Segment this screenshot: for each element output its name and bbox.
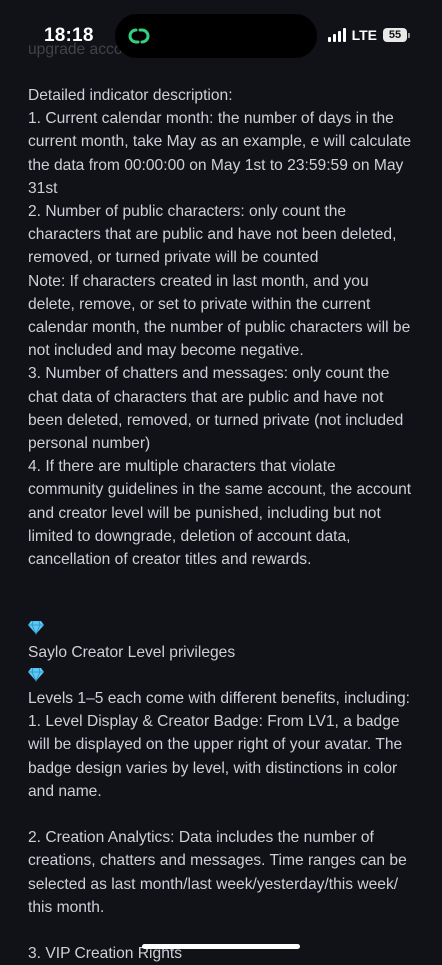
link-app-icon bbox=[128, 28, 150, 44]
indicator-item-3: 3. Number of chatters and messages: only… bbox=[28, 365, 404, 453]
privileges-title-text: Saylo Creator Level privileges bbox=[28, 643, 236, 661]
signal-icon bbox=[327, 28, 346, 42]
status-indicators: LTE 55 bbox=[327, 27, 410, 43]
indicator-item-1: 1. Current calendar month: the number of… bbox=[28, 110, 412, 197]
home-indicator[interactable] bbox=[142, 944, 300, 949]
status-time: 18:18 bbox=[44, 25, 94, 46]
battery-icon: 55 bbox=[383, 28, 410, 42]
status-bar: 18:18 LTE 55 bbox=[0, 0, 442, 70]
indicator-item-2: 2. Number of public characters: only cou… bbox=[28, 203, 397, 267]
indicator-item-4: 4. If there are multiple characters that… bbox=[28, 458, 412, 569]
gem-icon bbox=[28, 621, 44, 636]
battery-level: 55 bbox=[383, 28, 407, 42]
dynamic-island[interactable] bbox=[115, 14, 317, 58]
privilege-item-1: 1. Level Display & Creator Badge: From L… bbox=[28, 713, 403, 800]
privileges-title: Saylo Creator Level privileges bbox=[28, 594, 414, 687]
privileges-intro: Levels 1–5 each come with different bene… bbox=[28, 690, 410, 708]
article-body[interactable]: upgrade according to the ... supported D… bbox=[28, 38, 414, 965]
indicator-note: Note: If characters created in last mont… bbox=[28, 272, 411, 360]
network-type: LTE bbox=[351, 27, 377, 43]
gem-icon bbox=[28, 667, 44, 682]
privilege-item-2: 2. Creation Analytics: Data includes the… bbox=[28, 829, 407, 916]
indicator-heading: Detailed indicator description: bbox=[28, 87, 233, 104]
